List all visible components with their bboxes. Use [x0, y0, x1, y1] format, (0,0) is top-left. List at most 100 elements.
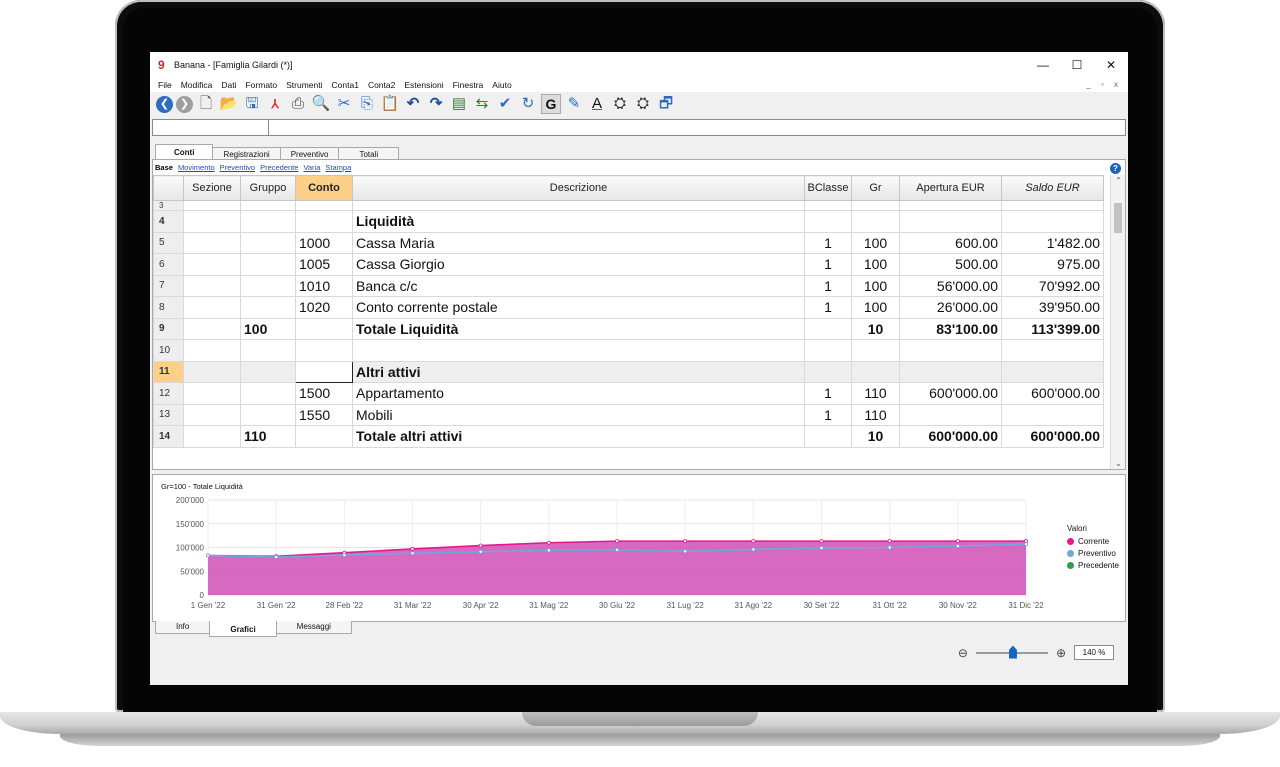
view-preventivo[interactable]: Preventivo — [220, 163, 255, 172]
table-cell[interactable]: Cassa Maria — [352, 231, 805, 254]
table-cell[interactable]: 1010 — [295, 274, 353, 297]
table-cell[interactable] — [1001, 200, 1104, 211]
table-row[interactable]: 12 1500 Appartamento 1 110 600'000.00 600'000.… — [153, 382, 1104, 405]
table-row[interactable]: 10 — [153, 339, 1104, 362]
table-cell[interactable] — [183, 317, 241, 340]
table-cell[interactable] — [183, 382, 241, 405]
table-cell[interactable]: Banca c/c — [352, 274, 805, 297]
table-cell[interactable] — [240, 200, 296, 211]
table-cell[interactable] — [240, 231, 296, 254]
document-window-controls[interactable]: _ ▫ x — [1086, 80, 1128, 89]
column-header[interactable]: Apertura EUR — [899, 175, 1002, 201]
menu-conta1[interactable]: Conta1 — [332, 80, 359, 90]
paste-icon[interactable]: 📋 — [380, 94, 400, 114]
view-precedente[interactable]: Precedente — [260, 163, 298, 172]
zoom-out-icon[interactable]: ⊖ — [958, 646, 968, 660]
table-cell[interactable]: 1 — [804, 231, 852, 254]
table-cell[interactable]: 1 — [804, 403, 852, 426]
legend-item-corrente[interactable]: Corrente — [1067, 537, 1119, 546]
table-cell[interactable] — [851, 339, 900, 362]
table-cell[interactable]: 1000 — [295, 231, 353, 254]
table-cell[interactable] — [295, 425, 353, 448]
highlight-icon[interactable]: ✎ — [564, 94, 584, 114]
table-cell[interactable] — [240, 274, 296, 297]
menu-estensioni[interactable]: Estensioni — [404, 80, 443, 90]
font-color-icon[interactable]: A — [587, 94, 607, 114]
legend-item-preventivo[interactable]: Preventivo — [1067, 549, 1119, 558]
back-icon[interactable]: ❮ — [156, 95, 173, 113]
table-row[interactable]: 14 110 Totale altri attivi 10 600'000.00 600'… — [153, 425, 1104, 448]
table-cell[interactable]: 110 — [851, 382, 900, 405]
table-row[interactable]: 7 1010 Banca c/c 1 100 56'000.00 70'992.00 — [153, 274, 1104, 297]
window-icon[interactable]: 🗗 — [656, 94, 676, 114]
maximize-button[interactable]: ☐ — [1060, 58, 1094, 72]
table-cell[interactable]: Altri attivi — [352, 360, 805, 383]
table-cell[interactable] — [804, 360, 852, 383]
print-icon[interactable]: ⎙ — [288, 94, 308, 114]
table-cell[interactable]: 100 — [851, 274, 900, 297]
column-header[interactable]: Gr — [851, 175, 900, 201]
column-header[interactable]: Gruppo — [240, 175, 296, 201]
menu-finestra[interactable]: Finestra — [453, 80, 484, 90]
forward-icon[interactable]: ❯ — [176, 95, 193, 113]
table-cell[interactable]: Liquidità — [352, 210, 805, 233]
table-cell[interactable]: 39'950.00 — [1001, 296, 1104, 319]
table-cell[interactable] — [899, 339, 1002, 362]
table-cell[interactable] — [899, 200, 1002, 211]
undo-icon[interactable]: ↶ — [403, 94, 423, 114]
table-cell[interactable]: 600'000.00 — [899, 382, 1002, 405]
zoom-in-icon[interactable]: ⊕ — [1056, 646, 1066, 660]
table-cell[interactable]: Conto corrente postale — [352, 296, 805, 319]
menu-file[interactable]: File — [158, 80, 172, 90]
scroll-down-icon[interactable]: ⌄ — [1111, 459, 1126, 468]
table-row[interactable]: 5 1000 Cassa Maria 1 100 600.00 1'482.00 — [153, 231, 1104, 254]
table-cell[interactable] — [240, 403, 296, 426]
table-cell[interactable]: 26'000.00 — [899, 296, 1002, 319]
table-cell[interactable] — [295, 317, 353, 340]
table-cell[interactable] — [183, 210, 241, 233]
table-cell[interactable]: 110 — [851, 403, 900, 426]
table-row[interactable]: 8 1020 Conto corrente postale 1 100 26'000.00… — [153, 296, 1104, 319]
menu-conta2[interactable]: Conta2 — [368, 80, 395, 90]
copy-icon[interactable]: ⎘ — [357, 94, 377, 114]
table-row[interactable]: 3 — [153, 200, 1104, 211]
table-cell[interactable] — [352, 339, 805, 362]
table-cell[interactable] — [240, 360, 296, 383]
table-row[interactable]: 11 Altri attivi — [153, 360, 1104, 383]
table-cell[interactable]: 1500 — [295, 382, 353, 405]
table-cell[interactable] — [183, 253, 241, 276]
replace-icon[interactable]: ⛭ — [633, 94, 653, 114]
table-cell[interactable] — [183, 360, 241, 383]
table-cell[interactable]: 83'100.00 — [899, 317, 1002, 340]
table-cell[interactable] — [183, 231, 241, 254]
table-cell[interactable]: 10 — [851, 425, 900, 448]
table-cell[interactable] — [851, 200, 900, 211]
table-cell[interactable] — [804, 425, 852, 448]
table-cell[interactable] — [183, 200, 241, 211]
table-row[interactable]: 13 1550 Mobili 1 110 — [153, 403, 1104, 426]
new-file-icon[interactable]: 🗋 — [196, 94, 216, 114]
table-cell[interactable] — [804, 339, 852, 362]
table-cell[interactable]: 1020 — [295, 296, 353, 319]
redo-icon[interactable]: ↷ — [426, 94, 446, 114]
table-cell[interactable] — [295, 360, 353, 383]
help-icon[interactable]: ? — [1110, 163, 1121, 174]
recheck-icon[interactable]: ↻ — [518, 94, 538, 114]
column-header[interactable]: Saldo EUR — [1001, 175, 1104, 201]
view-varia[interactable]: Varia — [303, 163, 320, 172]
cell-reference-field[interactable] — [153, 120, 269, 135]
column-header[interactable]: Conto — [295, 175, 353, 201]
table-cell[interactable] — [804, 200, 852, 211]
table-cell[interactable]: 56'000.00 — [899, 274, 1002, 297]
tab-grafici[interactable]: Grafici — [209, 621, 277, 637]
menu-formato[interactable]: Formato — [245, 80, 277, 90]
table-cell[interactable] — [240, 210, 296, 233]
table-cell[interactable]: 100 — [851, 253, 900, 276]
table-cell[interactable] — [851, 210, 900, 233]
zoom-value[interactable]: 140 % — [1074, 645, 1114, 660]
cut-icon[interactable]: ✂ — [334, 94, 354, 114]
find-icon[interactable]: ⛭ — [610, 94, 630, 114]
table-cell[interactable] — [183, 425, 241, 448]
table-cell[interactable]: 100 — [851, 231, 900, 254]
table-row[interactable]: 6 1005 Cassa Giorgio 1 100 500.00 975.00 — [153, 253, 1104, 276]
